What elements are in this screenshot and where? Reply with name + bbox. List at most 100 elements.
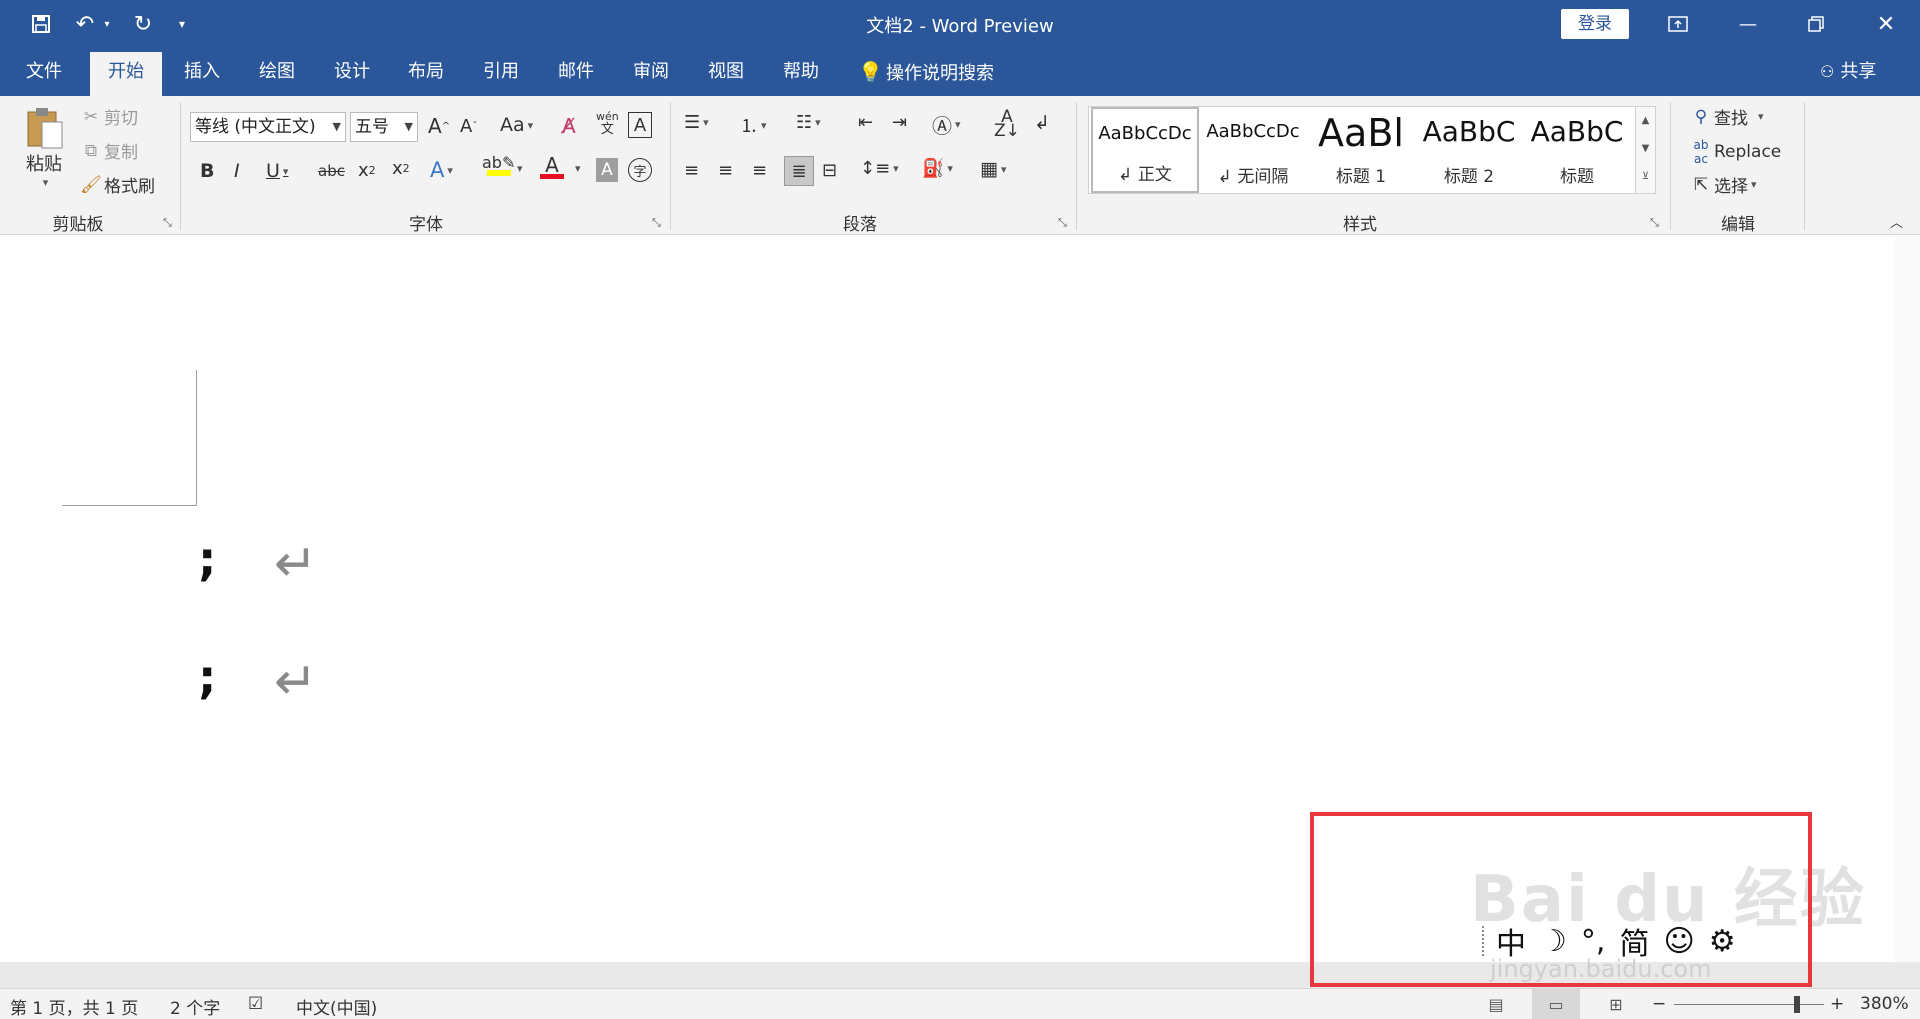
paste-button[interactable]: 粘贴 ▾ <box>20 106 68 189</box>
page-count[interactable]: 第 1 页，共 1 页 <box>10 994 138 1019</box>
styles-more-icon[interactable]: ⊻ <box>1636 163 1655 191</box>
italic-icon[interactable]: I <box>234 160 240 182</box>
zoom-in-icon[interactable]: + <box>1830 994 1844 1014</box>
font-name-combo[interactable]: 等线 (中文正文) ▼ <box>190 112 346 142</box>
scroll-down-icon[interactable]: ▼ <box>1636 135 1655 163</box>
print-layout-icon[interactable]: ▭ <box>1532 989 1580 1019</box>
clipboard-group-label: 剪贴板 <box>52 215 104 235</box>
style-heading-2[interactable]: AaBbC 标题 2 <box>1415 107 1523 193</box>
tab-file[interactable]: 文件 <box>8 48 80 96</box>
superscript-icon[interactable]: x2 <box>392 158 410 179</box>
language-indicator[interactable]: 中文(中国) <box>296 994 377 1019</box>
align-right-icon[interactable]: ≡ <box>752 160 767 181</box>
copy-icon: ⧉ <box>84 140 98 161</box>
scroll-up-icon[interactable]: ▲ <box>1636 107 1655 135</box>
format-painter-button[interactable]: 🖌 格式刷 <box>78 172 155 198</box>
numbering-icon[interactable]: ⒈ ▾ <box>740 112 767 138</box>
login-button[interactable]: 登录 <box>1561 9 1629 39</box>
tab-home[interactable]: 开始 <box>90 52 162 96</box>
web-layout-icon[interactable]: ⊞ <box>1592 989 1640 1019</box>
style-normal[interactable]: AaBbCcDc ↲ 正文 <box>1091 107 1199 193</box>
style-name: 标题 <box>1560 167 1594 187</box>
ribbon-display-options-icon[interactable] <box>1648 0 1708 48</box>
show-hide-marks-icon[interactable]: ↲ <box>1034 112 1050 134</box>
tab-draw[interactable]: 绘图 <box>241 48 313 96</box>
subscript-icon[interactable]: x2 <box>358 160 376 181</box>
collapse-ribbon-icon[interactable]: ︿ <box>1890 212 1903 231</box>
highlight-dropdown-icon[interactable]: ▾ <box>514 162 523 175</box>
document-text[interactable]: ; <box>198 536 216 582</box>
find-button[interactable]: ⚲ 查找 ▾ <box>1688 104 1764 130</box>
restore-icon[interactable] <box>1786 0 1846 48</box>
chinese-layout-icon[interactable]: Ⓐ ▾ <box>932 110 961 139</box>
zoom-level[interactable]: 380% <box>1860 994 1909 1014</box>
style-title[interactable]: AaBbC 标题 <box>1523 107 1631 193</box>
clipboard-launcher-icon[interactable]: ⤡ <box>163 216 172 230</box>
style-no-spacing[interactable]: AaBbCcDc ↲ 无间隔 <box>1199 107 1307 193</box>
font-size-value: 五号 <box>355 117 389 137</box>
cut-button[interactable]: ✂ 剪切 <box>78 104 138 130</box>
read-mode-icon[interactable]: ▤ <box>1472 989 1520 1019</box>
decrease-indent-icon[interactable]: ⇤ <box>858 112 873 133</box>
distributed-icon[interactable]: ⊟ <box>822 160 837 181</box>
font-color-icon[interactable]: A <box>540 155 564 179</box>
grow-font-icon[interactable]: A ^ <box>428 114 450 138</box>
line-spacing-icon[interactable]: ↕≡ ▾ <box>860 158 899 179</box>
tab-insert[interactable]: 插入 <box>166 48 238 96</box>
title-bar: ↶ ▾ ↻ ▾ 文档2 - Word Preview 登录 — ✕ <box>0 0 1920 48</box>
text-effects-icon[interactable]: A ▾ <box>430 158 453 182</box>
justify-icon[interactable]: ≣ <box>784 156 814 186</box>
paste-dropdown-icon[interactable]: ▾ <box>43 176 49 189</box>
borders-icon[interactable]: ▦ ▾ <box>980 158 1006 180</box>
tab-mailings[interactable]: 邮件 <box>540 48 612 96</box>
increase-indent-icon[interactable]: ⇥ <box>892 112 907 133</box>
tab-help[interactable]: 帮助 <box>765 48 837 96</box>
font-size-combo[interactable]: 五号 ▼ <box>350 112 418 142</box>
minimize-icon[interactable]: — <box>1718 0 1778 48</box>
tab-layout[interactable]: 布局 <box>390 48 462 96</box>
style-sample: AaBbCcDc <box>1098 123 1192 144</box>
zoom-slider[interactable] <box>1674 1004 1824 1005</box>
tab-review[interactable]: 审阅 <box>615 48 687 96</box>
chevron-down-icon: ▼ <box>332 120 341 133</box>
align-center-icon[interactable]: ≡ <box>718 160 733 181</box>
tell-me-search[interactable]: 💡 操作说明搜索 <box>858 48 994 96</box>
style-sample: AaBbC <box>1422 115 1516 148</box>
close-icon[interactable]: ✕ <box>1856 0 1916 48</box>
share-button[interactable]: ⚇ 共享 <box>1820 48 1876 96</box>
phonetic-guide-icon[interactable]: wén 文 <box>596 110 619 136</box>
bold-icon[interactable]: B <box>200 160 214 182</box>
character-border-icon[interactable]: A <box>628 112 652 138</box>
proofing-icon[interactable]: ☑ <box>248 994 263 1014</box>
styles-launcher-icon[interactable]: ⤡ <box>1650 216 1659 230</box>
tab-references[interactable]: 引用 <box>465 48 537 96</box>
font-launcher-icon[interactable]: ⤡ <box>652 216 661 230</box>
paragraph-launcher-icon[interactable]: ⤡ <box>1058 216 1067 230</box>
shrink-font-icon[interactable]: Aˇ <box>460 116 477 137</box>
tab-view[interactable]: 视图 <box>690 48 762 96</box>
zoom-out-icon[interactable]: − <box>1652 994 1666 1014</box>
clear-formatting-icon[interactable]: A̸ <box>562 114 576 138</box>
document-text[interactable]: ; <box>198 654 216 700</box>
font-color-dropdown-icon[interactable]: ▾ <box>572 162 581 175</box>
vertical-scrollbar[interactable] <box>1895 236 1920 962</box>
zoom-slider-thumb[interactable] <box>1794 996 1800 1013</box>
style-heading-1[interactable]: AaBl 标题 1 <box>1307 107 1415 193</box>
character-shading-icon[interactable]: A <box>596 158 618 182</box>
replace-button[interactable]: ab ac Replace <box>1688 138 1782 166</box>
shading-icon[interactable]: ⛽ ▾ <box>922 158 953 179</box>
sort-icon[interactable]: A Z↓ <box>994 109 1020 140</box>
multilevel-list-icon[interactable]: ☷ ▾ <box>796 112 821 133</box>
change-case-icon[interactable]: Aa ▾ <box>500 114 533 136</box>
tab-design[interactable]: 设计 <box>316 48 388 96</box>
select-button[interactable]: ⇱ 选择 ▾ <box>1688 172 1757 198</box>
bullets-icon[interactable]: ☰ ▾ <box>684 112 709 133</box>
copy-button[interactable]: ⧉ 复制 <box>78 138 138 164</box>
group-divider <box>1670 102 1671 230</box>
underline-icon[interactable]: U ▾ <box>266 160 288 182</box>
enclose-characters-icon[interactable]: 字 <box>628 158 652 182</box>
word-count[interactable]: 2 个字 <box>170 994 220 1019</box>
align-left-icon[interactable]: ≡ <box>684 160 699 181</box>
highlight-color-icon[interactable]: ab✎ <box>482 155 515 176</box>
strikethrough-icon[interactable]: abc <box>318 162 345 180</box>
